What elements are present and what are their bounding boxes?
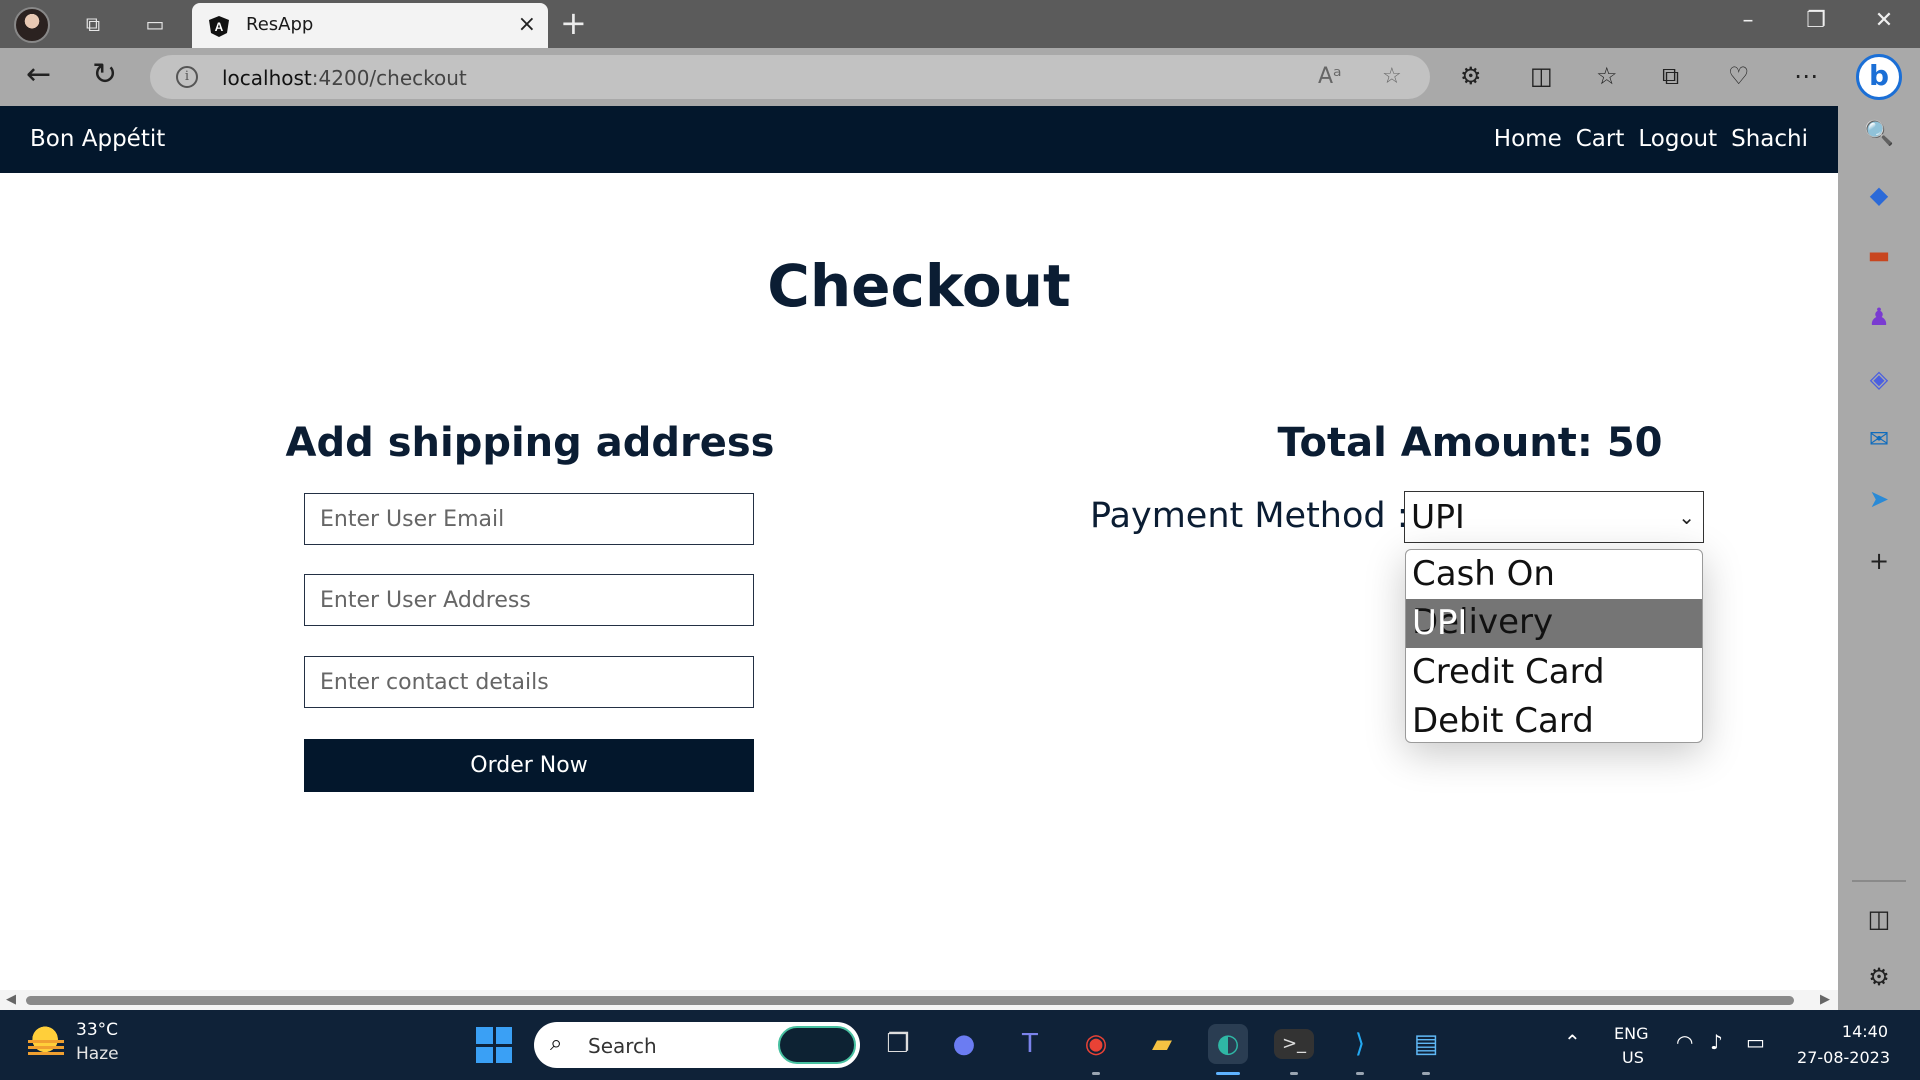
workspaces-icon[interactable]: ⧉ xyxy=(80,12,106,36)
nav-links: Home Cart Logout Shachi xyxy=(1494,126,1808,152)
edge-icon[interactable]: ◐ xyxy=(1208,1024,1248,1064)
hide-sidebar-icon[interactable]: ◫ xyxy=(1864,904,1894,934)
shipping-title: Add shipping address xyxy=(285,420,775,466)
horizontal-scrollbar[interactable]: ◀ ▶ xyxy=(0,990,1838,1010)
close-window-icon[interactable]: ✕ xyxy=(1864,8,1904,33)
nav-home-link[interactable]: Home xyxy=(1494,126,1562,152)
meet-icon[interactable]: ● xyxy=(944,1024,984,1064)
profile-avatar-icon[interactable] xyxy=(14,7,50,43)
payment-selected-value: UPI xyxy=(1411,497,1465,536)
web-page: Bon Appétit Home Cart Logout Shachi Chec… xyxy=(0,106,1838,990)
payment-method-select[interactable]: UPI ⌄ xyxy=(1404,491,1704,543)
scroll-left-icon[interactable]: ◀ xyxy=(6,992,16,1007)
minimize-icon[interactable]: – xyxy=(1728,8,1768,33)
restore-icon[interactable]: ❐ xyxy=(1796,8,1836,33)
scrollbar-thumb[interactable] xyxy=(26,996,1794,1005)
chrome-icon[interactable]: ◉ xyxy=(1076,1024,1116,1064)
collections-icon[interactable]: ⧉ xyxy=(1662,62,1679,90)
sidebar-divider xyxy=(1852,880,1906,882)
contact-field[interactable] xyxy=(304,656,754,708)
browser-essentials-icon[interactable]: ♡ xyxy=(1728,62,1750,90)
browser-toolbar: ← ↻ i localhost:4200/checkout A͏ᵃ ☆ ⚙ ◫ … xyxy=(0,48,1920,106)
svg-text:A: A xyxy=(215,20,224,34)
search-label: Search xyxy=(588,1034,657,1058)
angular-icon: A xyxy=(209,16,229,37)
temperature: 33°C xyxy=(76,1020,119,1040)
total-amount: Total Amount: 50 xyxy=(1277,420,1663,466)
nav-logout-link[interactable]: Logout xyxy=(1638,126,1717,152)
tools-icon[interactable]: ▬ xyxy=(1864,240,1894,270)
edge-sidebar: b 🔍 ◆ ▬ ♟ ◈ ✉ ➤ + ◫ ⚙ xyxy=(1838,48,1920,1010)
url-text: localhost:4200/checkout xyxy=(222,66,467,90)
address-field[interactable] xyxy=(304,574,754,626)
battery-icon[interactable]: ▭ xyxy=(1746,1030,1765,1054)
notepad-icon[interactable]: ▤ xyxy=(1406,1024,1446,1064)
split-screen-icon[interactable]: ◫ xyxy=(1530,62,1553,90)
taskbar-search[interactable]: ⌕ Search xyxy=(534,1022,860,1068)
browser-tab-resapp[interactable]: A ResApp × xyxy=(192,3,548,48)
favorite-star-icon[interactable]: ☆ xyxy=(1382,64,1402,89)
reload-icon[interactable]: ↻ xyxy=(92,60,117,90)
chrome-running-indicator xyxy=(1092,1072,1100,1075)
app-navbar: Bon Appétit Home Cart Logout Shachi xyxy=(0,106,1838,173)
search-highlight-icon xyxy=(778,1026,856,1064)
close-tab-icon[interactable]: × xyxy=(518,12,536,37)
wifi-icon[interactable]: ◠ xyxy=(1676,1030,1693,1054)
notepad-running-indicator xyxy=(1422,1072,1430,1075)
vscode-running-indicator xyxy=(1356,1072,1364,1075)
favorites-icon[interactable]: ☆ xyxy=(1596,62,1618,90)
browser-tab-strip: ⧉ ▭ A ResApp × + – ❐ ✕ xyxy=(0,0,1920,48)
option-debit-card[interactable]: Debit Card xyxy=(1406,697,1702,742)
windows-start-icon[interactable] xyxy=(476,1027,512,1063)
extensions-icon[interactable]: ⚙ xyxy=(1460,62,1482,90)
file-explorer-icon[interactable]: ▰ xyxy=(1142,1024,1182,1064)
bing-icon[interactable]: b xyxy=(1856,54,1902,100)
chevron-down-icon: ⌄ xyxy=(1678,505,1695,529)
payment-options-list: Cash On Delivery UPI Credit Card Debit C… xyxy=(1405,549,1703,743)
language-indicator[interactable]: ENG xyxy=(1614,1024,1648,1043)
page-title: Checkout xyxy=(767,252,1071,320)
scroll-right-icon[interactable]: ▶ xyxy=(1820,992,1830,1007)
clock-time[interactable]: 14:40 xyxy=(1798,1022,1888,1041)
read-aloud-icon[interactable]: A͏ᵃ xyxy=(1318,64,1342,89)
shopping-icon[interactable]: ◆ xyxy=(1864,180,1894,210)
search-icon[interactable]: 🔍 xyxy=(1864,118,1894,148)
terminal-running-indicator xyxy=(1290,1072,1298,1075)
option-cash-on-delivery[interactable]: Cash On Delivery xyxy=(1406,550,1702,642)
search-icon: ⌕ xyxy=(550,1031,563,1056)
weather-haze-icon[interactable] xyxy=(28,1024,66,1058)
region-indicator[interactable]: US xyxy=(1622,1048,1644,1067)
edge-active-indicator xyxy=(1216,1072,1240,1075)
address-bar[interactable]: i localhost:4200/checkout A͏ᵃ ☆ xyxy=(150,55,1430,99)
nav-cart-link[interactable]: Cart xyxy=(1576,126,1625,152)
teams-icon[interactable]: T xyxy=(1010,1024,1050,1064)
clock-date[interactable]: 27-08-2023 xyxy=(1796,1048,1890,1067)
order-now-button[interactable]: Order Now xyxy=(304,739,754,792)
tab-title: ResApp xyxy=(246,14,314,35)
volume-icon[interactable]: ♪ xyxy=(1710,1030,1723,1054)
nav-user-link[interactable]: Shachi xyxy=(1731,126,1808,152)
back-icon[interactable]: ← xyxy=(26,60,51,90)
weather-condition: Haze xyxy=(76,1044,119,1064)
brand-logo[interactable]: Bon Appétit xyxy=(30,126,165,152)
sidebar-settings-icon[interactable]: ⚙ xyxy=(1864,962,1894,992)
task-view-icon[interactable]: ❐ xyxy=(878,1024,918,1064)
games-icon[interactable]: ♟ xyxy=(1864,302,1894,332)
chevron-up-icon[interactable]: ⌃ xyxy=(1564,1030,1581,1054)
site-info-icon[interactable]: i xyxy=(176,66,198,88)
drop-icon[interactable]: ➤ xyxy=(1864,484,1894,514)
new-tab-button[interactable]: + xyxy=(560,7,587,39)
email-field[interactable] xyxy=(304,493,754,545)
windows-taskbar: 33°C Haze ⌕ Search ❐ ● T ◉ ▰ ◐ >_ ⟩ ▤ ⌃ … xyxy=(0,1010,1920,1080)
vscode-icon[interactable]: ⟩ xyxy=(1340,1024,1380,1064)
option-upi[interactable]: UPI xyxy=(1406,599,1702,648)
more-menu-icon[interactable]: ⋯ xyxy=(1794,62,1818,90)
option-credit-card[interactable]: Credit Card xyxy=(1406,648,1702,697)
add-sidebar-app-icon[interactable]: + xyxy=(1864,546,1894,576)
outlook-icon[interactable]: ✉ xyxy=(1864,424,1894,454)
microsoft-365-icon[interactable]: ◈ xyxy=(1864,364,1894,394)
terminal-icon[interactable]: >_ xyxy=(1274,1029,1314,1059)
payment-method-label: Payment Method : xyxy=(1090,496,1409,536)
tab-actions-icon[interactable]: ▭ xyxy=(142,12,168,36)
